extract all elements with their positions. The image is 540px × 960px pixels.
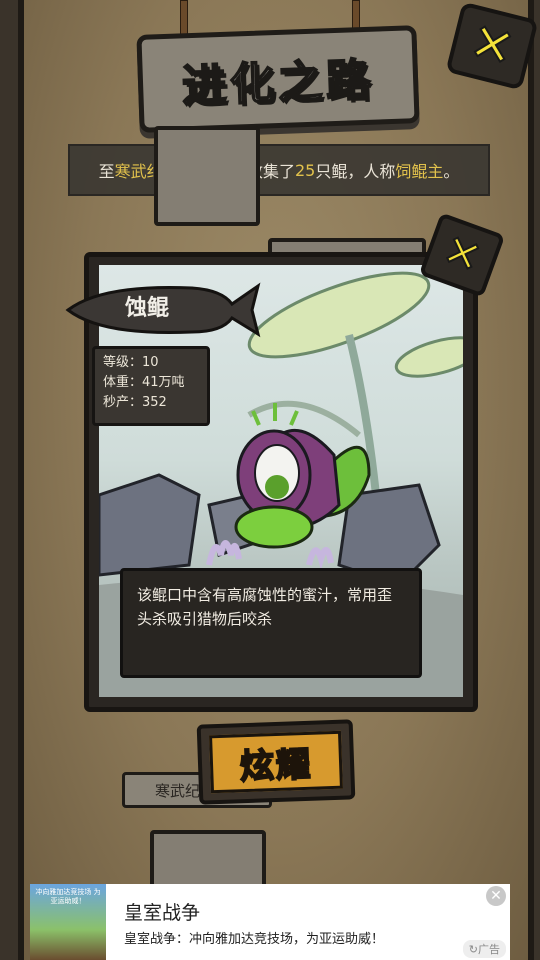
ad-body[interactable]: 皇室战争：冲向雅加达竞技场，为亚运助威！ [124,928,384,947]
stat-weight: 体重：41万吨 [103,375,185,390]
rope [180,0,188,36]
show-off-label: 炫耀 [238,743,313,787]
close-x-icon: ✕ [463,11,522,82]
summary-count: 25 [295,160,316,180]
close-x-icon: ✕ [435,223,489,286]
stats-panel: 等级：10 体重：41万吨 秒产：352 [92,346,210,426]
stat-level: 等级：10 [103,355,159,370]
creature-name: 蚀鲲 [124,296,169,321]
creature-description: 该鲲口中含有高腐蚀性的蜜汁，常用歪头杀吸引猎物后咬杀 [120,568,422,678]
name-plate: 蚀鲲 [62,278,262,340]
show-off-button-face: 炫耀 [209,730,343,794]
summary-text: 。 [443,162,460,181]
ad-label: ↻广告 [462,940,506,958]
ad-image-text: 冲向雅加达竞技场 为亚运助威！ [35,888,101,905]
summary-text: 只鲲，人称 [315,162,396,181]
title-board: 进化之路 [136,25,420,133]
close-icon: ✕ [490,888,502,904]
ad-close-button[interactable]: ✕ [486,886,506,906]
refresh-icon: ↻ [468,943,478,956]
summary-bar: 至 寒武纪11亿年 ，你收集了 25 只鲲，人称 饲鲲主 。 [68,144,490,196]
show-off-button[interactable]: 炫耀 [196,719,356,805]
page-title: 进化之路 [180,54,376,114]
summary-text: 至 [98,162,115,181]
ad-image[interactable]: 冲向雅加达竞技场 为亚运助威！ [30,884,106,960]
summary-rank: 饲鲲主 [395,162,444,181]
stat-output: 秒产：352 [103,395,167,410]
stone-tile [154,126,260,226]
ad-title[interactable]: 皇室战争 [124,898,200,925]
ad-banner[interactable]: 冲向雅加达竞技场 为亚运助威！ 皇室战争 皇室战争：冲向雅加达竞技场，为亚运助威… [30,884,510,960]
